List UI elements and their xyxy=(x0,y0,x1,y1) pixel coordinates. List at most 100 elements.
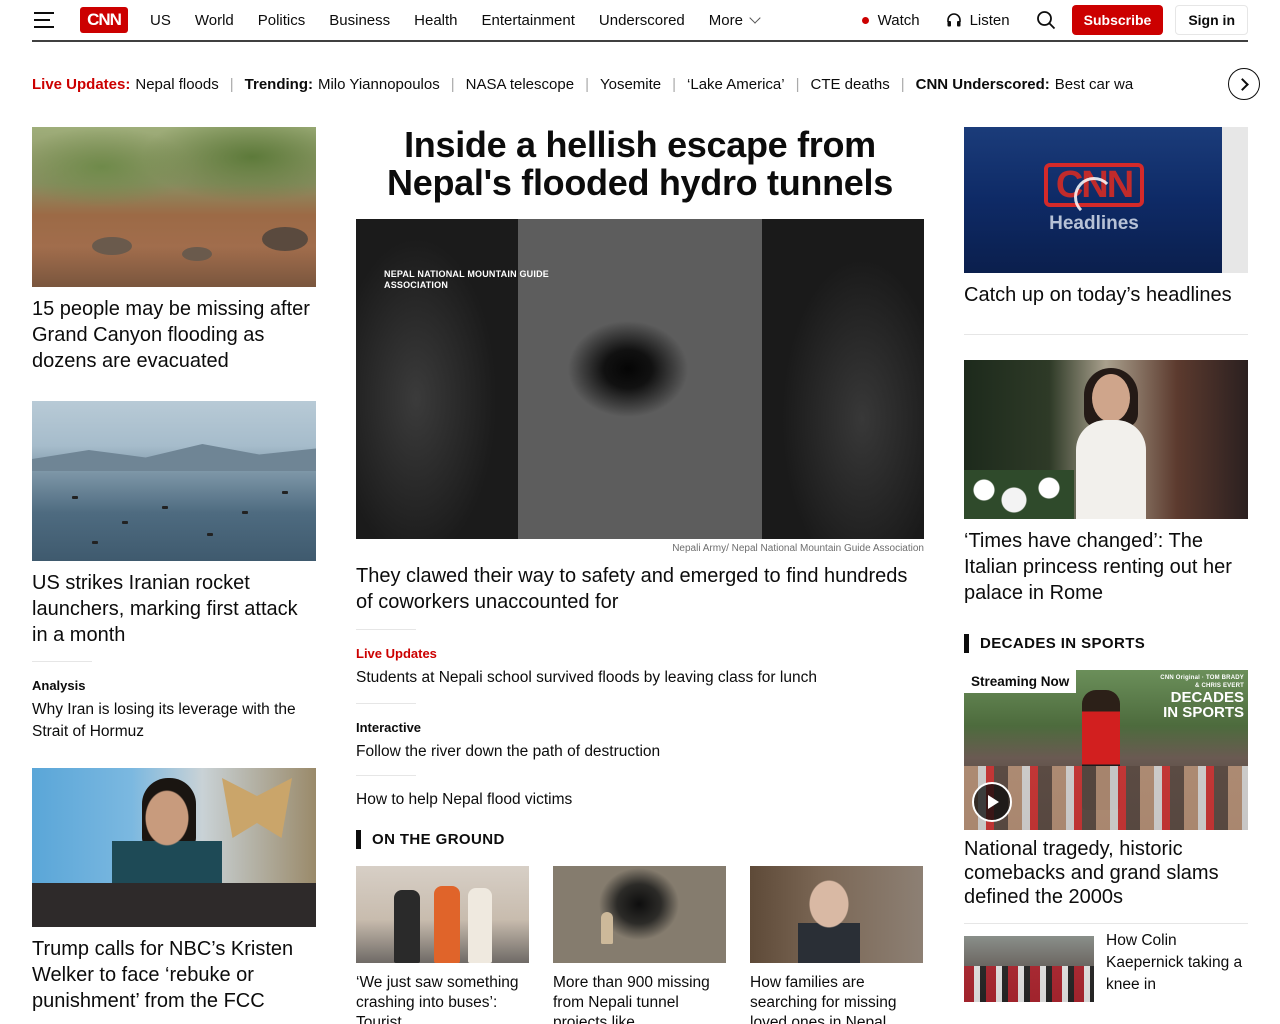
ground-card-caption: More than 900 missing from Nepali tunnel… xyxy=(553,974,710,1024)
story-iran-leverage[interactable]: Why Iran is losing its leverage with the… xyxy=(32,699,316,743)
chevron-right-icon xyxy=(1235,77,1249,91)
watch-link[interactable]: Watch xyxy=(861,11,920,29)
nav-politics[interactable]: Politics xyxy=(258,12,306,29)
trend-separator: | xyxy=(450,75,455,93)
story-decades-2000s[interactable]: National tragedy, historic comebacks and… xyxy=(964,837,1248,909)
tunnel-video[interactable]: NEPAL NATIONAL MOUNTAIN GUIDE ASSOCIATIO… xyxy=(356,219,924,539)
divider xyxy=(964,334,1248,335)
search-button[interactable] xyxy=(1036,10,1056,30)
headphones-icon xyxy=(946,13,961,27)
nav-more[interactable]: More xyxy=(708,11,761,29)
trending-bar: Live Updates: Nepal floods | Trending: M… xyxy=(32,70,1212,98)
ground-card-missing[interactable]: More than 900 missing from Nepali tunnel… xyxy=(553,866,726,1024)
headlines-video[interactable]: CNN Headlines xyxy=(964,127,1248,273)
story-headlines[interactable]: Catch up on today’s headlines xyxy=(964,282,1248,308)
ground-card-image xyxy=(553,866,726,963)
divider xyxy=(964,923,1248,924)
trend-trending[interactable]: Trending: Milo Yiannopoulos xyxy=(245,76,440,93)
grand-canyon-image[interactable] xyxy=(32,127,316,287)
live-dot-icon xyxy=(861,16,869,24)
play-button[interactable] xyxy=(972,782,1012,822)
ground-card-caption: How families are searching for missing l… xyxy=(750,974,897,1024)
loading-spinner-icon xyxy=(1074,177,1114,217)
ground-card-tourist[interactable]: ‘We just saw something crashing into bus… xyxy=(356,866,529,1024)
story-iran-strikes[interactable]: US strikes Iranian rocket launchers, mar… xyxy=(32,570,316,648)
trending-next-button[interactable] xyxy=(1228,68,1260,100)
story-grand-canyon[interactable]: 15 people may be missing after Grand Can… xyxy=(32,296,316,374)
divider xyxy=(356,703,416,704)
main-column: Inside a hellish escape from Nepal's flo… xyxy=(356,126,924,1024)
section-on-the-ground: ON THE GROUND xyxy=(356,830,924,849)
nav-business[interactable]: Business xyxy=(329,12,390,29)
trend-underscored[interactable]: CNN Underscored: Best car wa xyxy=(916,76,1134,93)
search-icon xyxy=(1036,11,1055,30)
kaepernick-image xyxy=(964,936,1094,1002)
strait-image[interactable] xyxy=(32,401,316,561)
trend-separator: | xyxy=(795,75,800,93)
story-italian-princess[interactable]: ‘Times have changed’: The Italian prince… xyxy=(964,528,1248,606)
trending-text: Milo Yiannopoulos xyxy=(317,75,440,93)
trending-fade xyxy=(1176,70,1222,98)
divider xyxy=(32,661,92,662)
right-column: CNN Headlines Catch up on today’s headli… xyxy=(964,127,1248,1002)
kaepernick-caption: How Colin Kaepernick taking a knee in xyxy=(1106,932,1243,993)
decades-sports-video[interactable]: Streaming Now CNN Original · TOM BRADY &… xyxy=(964,670,1248,830)
section-title: ON THE GROUND xyxy=(372,831,505,848)
underscored-label: CNN Underscored: xyxy=(915,75,1050,93)
ground-card-image xyxy=(750,866,923,963)
listen-link[interactable]: Listen xyxy=(946,12,1010,29)
ground-card-caption: ‘We just saw something crashing into bus… xyxy=(356,974,519,1024)
decades-logo: CNN Original · TOM BRADY & CHRIS EVERT D… xyxy=(1156,674,1244,720)
underscored-text: Best car wa xyxy=(1054,75,1134,93)
left-column: 15 people may be missing after Grand Can… xyxy=(32,127,316,1014)
ground-card-families[interactable]: How families are searching for missing l… xyxy=(750,866,923,1024)
image-credit: Nepali Army/ Nepal National Mountain Gui… xyxy=(672,543,924,554)
princess-image[interactable] xyxy=(964,360,1248,519)
nav-health[interactable]: Health xyxy=(414,12,457,29)
trend-separator: | xyxy=(229,75,234,93)
story-river-path[interactable]: Follow the river down the path of destru… xyxy=(356,741,924,763)
chevron-down-icon xyxy=(749,12,761,24)
header-actions: Watch Listen Subscribe Sign in xyxy=(861,0,1248,40)
trend-lake-america[interactable]: ‘Lake America’ xyxy=(687,76,785,93)
streaming-now-badge: Streaming Now xyxy=(964,670,1077,693)
watch-label: Watch xyxy=(877,11,920,29)
site-header: CNN US World Politics Business Health En… xyxy=(32,0,1248,42)
nav-more-label: More xyxy=(708,11,743,29)
divider xyxy=(356,629,416,630)
section-title: DECADES IN SPORTS xyxy=(980,635,1146,652)
section-bar xyxy=(356,830,361,849)
interactive-label: Interactive xyxy=(356,720,422,735)
trend-yosemite[interactable]: Yosemite xyxy=(600,76,661,93)
story-nepal-school[interactable]: Students at Nepali school survived flood… xyxy=(356,667,924,689)
section-decades-in-sports: DECADES IN SPORTS xyxy=(964,634,1248,653)
nav-us[interactable]: US xyxy=(150,12,171,29)
story-nepal-coworkers[interactable]: They clawed their way to safety and emer… xyxy=(356,563,924,615)
sign-in-button[interactable]: Sign in xyxy=(1175,5,1248,35)
trend-live-updates[interactable]: Live Updates: Nepal floods xyxy=(32,76,219,93)
analysis-label: Analysis xyxy=(32,678,86,693)
section-bar xyxy=(964,634,969,653)
decades-logo-top: CNN Original · TOM BRADY & CHRIS EVERT xyxy=(1160,675,1244,689)
trend-separator: | xyxy=(585,75,589,93)
subscribe-button[interactable]: Subscribe xyxy=(1071,5,1164,35)
main-nav: US World Politics Business Health Entert… xyxy=(150,0,783,40)
on-the-ground-cards: ‘We just saw something crashing into bus… xyxy=(356,866,924,1024)
nav-underscored[interactable]: Underscored xyxy=(599,12,685,29)
play-icon xyxy=(988,795,999,809)
trend-nasa-telescope[interactable]: NASA telescope xyxy=(466,76,574,93)
nav-world[interactable]: World xyxy=(195,12,234,29)
listen-label: Listen xyxy=(969,11,1010,29)
trend-separator: | xyxy=(672,75,677,93)
video-watermark: NEPAL NATIONAL MOUNTAIN GUIDE ASSOCIATIO… xyxy=(384,269,549,290)
trend-cte-deaths[interactable]: CTE deaths xyxy=(810,76,889,93)
trend-separator: | xyxy=(900,75,905,93)
nav-entertainment[interactable]: Entertainment xyxy=(482,12,575,29)
cnn-logo[interactable]: CNN xyxy=(80,7,128,33)
menu-icon[interactable] xyxy=(34,12,54,28)
story-welker-fcc[interactable]: Trump calls for NBC’s Kristen Welker to … xyxy=(32,936,316,1014)
story-kaepernick[interactable]: How Colin Kaepernick taking a knee in xyxy=(964,932,1248,1002)
welker-image[interactable] xyxy=(32,768,316,927)
story-help-victims[interactable]: How to help Nepal flood victims xyxy=(356,789,924,811)
lead-headline[interactable]: Inside a hellish escape from Nepal's flo… xyxy=(356,126,924,202)
